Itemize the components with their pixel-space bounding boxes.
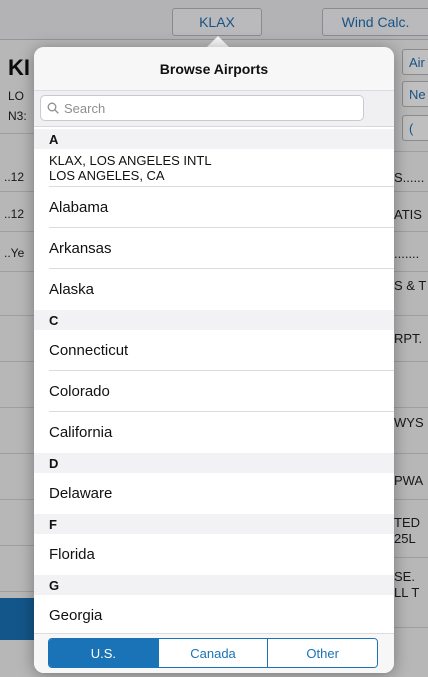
popover-arrow: [207, 36, 229, 47]
segment-us[interactable]: U.S.: [49, 639, 159, 667]
section-header-a: A: [34, 129, 394, 149]
search-bar: [34, 91, 394, 127]
list-item-arkansas[interactable]: Arkansas: [34, 228, 394, 269]
list-item-delaware[interactable]: Delaware: [34, 473, 394, 514]
list-item-california[interactable]: California: [34, 412, 394, 453]
search-icon: [47, 102, 59, 114]
popover-title: Browse Airports: [34, 47, 394, 91]
section-header-f: F: [34, 514, 394, 534]
section-header-g: G: [34, 575, 394, 595]
section-header-c: C: [34, 310, 394, 330]
list-item-alabama[interactable]: Alabama: [34, 187, 394, 228]
region-segmented-control: U.S. Canada Other: [48, 638, 378, 668]
segment-other[interactable]: Other: [268, 639, 377, 667]
search-field[interactable]: [40, 95, 364, 121]
list-item-connecticut[interactable]: Connecticut: [34, 330, 394, 371]
airport-city: LOS ANGELES, CA: [49, 168, 165, 183]
list-item-alaska[interactable]: Alaska: [34, 269, 394, 310]
search-input[interactable]: [64, 100, 344, 116]
list-item-klax[interactable]: KLAX, LOS ANGELES INTL LOS ANGELES, CA: [34, 149, 394, 187]
list-item-florida[interactable]: Florida: [34, 534, 394, 575]
list-item-colorado[interactable]: Colorado: [34, 371, 394, 412]
list-item-georgia[interactable]: Georgia: [34, 595, 394, 636]
region-segment-bar: U.S. Canada Other: [34, 633, 394, 673]
airport-list: A KLAX, LOS ANGELES INTL LOS ANGELES, CA…: [34, 129, 394, 636]
airport-name: KLAX, LOS ANGELES INTL: [49, 153, 212, 168]
section-header-d: D: [34, 453, 394, 473]
browse-airports-popover: Browse Airports A KLAX, LOS ANGELES INTL…: [34, 47, 394, 673]
segment-canada[interactable]: Canada: [158, 639, 269, 667]
